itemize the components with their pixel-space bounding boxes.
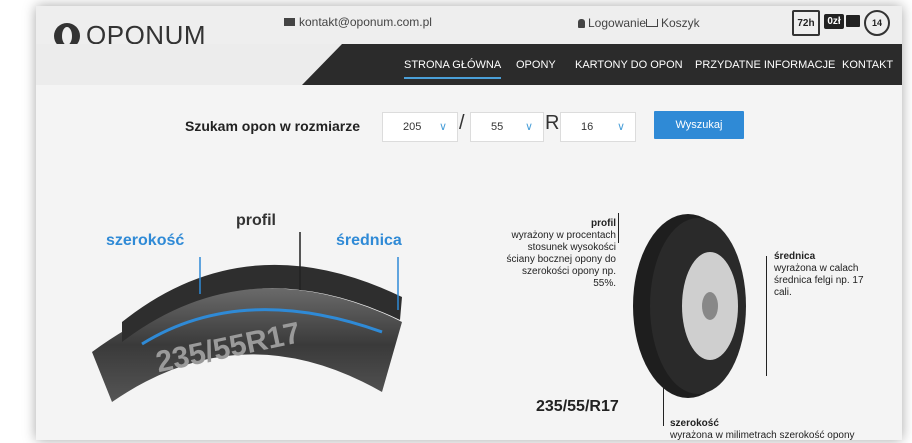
diameter-note-line	[766, 256, 767, 376]
page: OPONUM kontakt@oponum.com.pl Logowanie K…	[0, 0, 912, 443]
truck-icon	[845, 15, 860, 27]
chevron-down-icon: ∨	[616, 121, 625, 133]
rim-hub	[702, 292, 718, 320]
search-label: Szukam opon w rozmiarze	[185, 118, 361, 134]
cart-icon	[646, 19, 658, 27]
chevron-down-icon: ∨	[438, 121, 447, 133]
browser-window: OPONUM kontakt@oponum.com.pl Logowanie K…	[36, 6, 902, 440]
delivery-72h-text: 72h	[797, 17, 815, 29]
tire-side-illustration	[633, 214, 746, 398]
profile-select[interactable]: 55 ∨	[470, 112, 544, 142]
tire-size-text: 235/55/R17	[536, 398, 619, 415]
r-separator: R	[545, 112, 560, 134]
search-button[interactable]: Wyszukaj	[654, 111, 744, 139]
profile-note: profil wyrażony w procentach stosunek wy…	[506, 218, 616, 290]
profile-note-title: profil	[591, 218, 616, 229]
envelope-icon	[284, 18, 295, 26]
profile-note-line	[618, 213, 619, 243]
rim-select[interactable]: 16 ∨	[560, 112, 636, 142]
return-14-days-icon: 14	[864, 10, 890, 36]
email-link[interactable]: kontakt@oponum.com.pl	[284, 15, 432, 29]
email-text: kontakt@oponum.com.pl	[299, 15, 432, 29]
diameter-note: średnica wyrażona w calach średnica felg…	[774, 251, 884, 299]
width-label: szerokość	[106, 232, 185, 249]
profile-note-body: wyrażony w procentach stosunek wysokości…	[506, 230, 616, 289]
diameter-label: średnica	[336, 232, 402, 249]
slash-separator: /	[459, 112, 465, 134]
return-days-text: 14	[871, 18, 882, 28]
chevron-down-icon: ∨	[524, 121, 533, 133]
tire-search-form: Szukam opon w rozmiarze 205 ∨ / 55 ∨ R 1…	[36, 108, 902, 148]
free-shipping-icon: 0zł	[824, 10, 860, 32]
diameter-note-body: wyrażona w calach średnica felgi np. 17 …	[774, 263, 864, 298]
width-note-title: szerokość	[670, 418, 719, 429]
width-note-body: wyrażona w milimetrach szerokość opony	[670, 430, 855, 440]
width-note: szerokość wyrażona w milimetrach szeroko…	[670, 418, 902, 440]
cart-label: Koszyk	[661, 16, 700, 30]
profile-value: 55	[491, 121, 504, 133]
width-value: 205	[403, 121, 422, 133]
nav-item-useful-info[interactable]: PRZYDATNE INFORMACJE	[695, 59, 835, 71]
nav-bar: STRONA GŁÓWNA OPONY KARTONY DO OPON PRZY…	[36, 44, 902, 85]
diameter-note-title: średnica	[774, 251, 816, 262]
nav-item-contact[interactable]: KONTAKT	[842, 59, 893, 71]
nav-item-tire-boxes[interactable]: KARTONY DO OPON	[575, 59, 683, 71]
top-bar: OPONUM kontakt@oponum.com.pl Logowanie K…	[36, 6, 902, 50]
width-select[interactable]: 205 ∨	[382, 112, 458, 142]
free-shipping-text: 0zł	[824, 13, 844, 29]
nav-item-tires[interactable]: OPONY	[516, 59, 556, 71]
nav-item-home[interactable]: STRONA GŁÓWNA	[404, 59, 502, 79]
rim-value: 16	[581, 121, 594, 133]
user-icon	[578, 18, 585, 28]
login-label: Logowanie	[588, 16, 647, 30]
login-link[interactable]: Logowanie	[578, 16, 646, 30]
cart-link[interactable]: Koszyk	[646, 16, 700, 30]
profile-label: profil	[236, 212, 276, 229]
delivery-72h-icon: 72h	[792, 10, 820, 36]
width-note-line	[663, 386, 664, 426]
